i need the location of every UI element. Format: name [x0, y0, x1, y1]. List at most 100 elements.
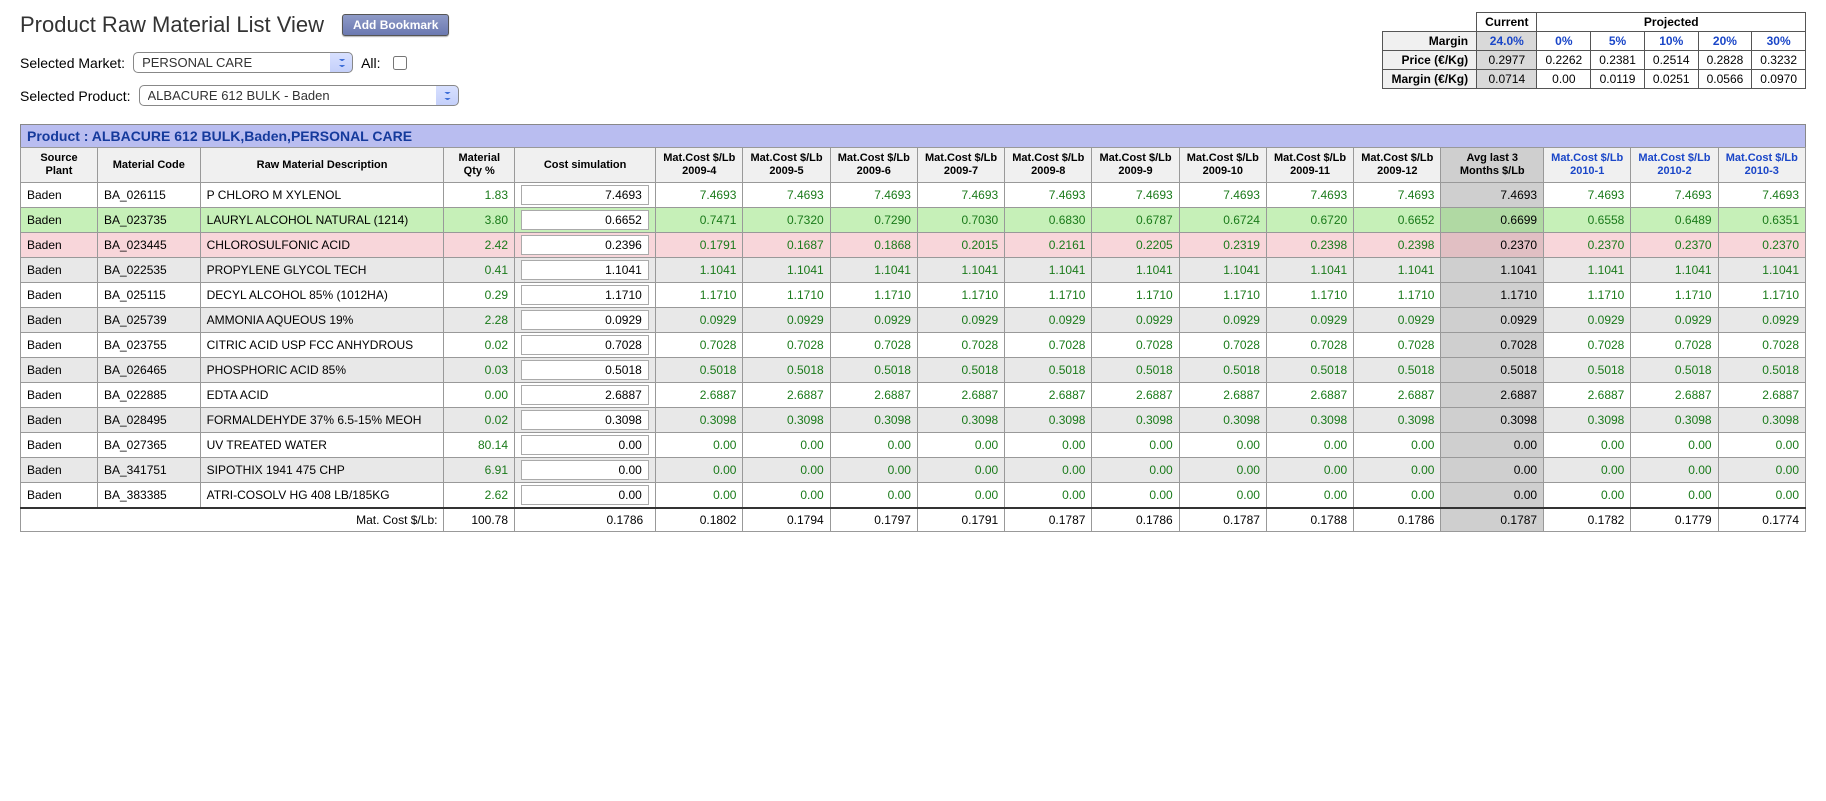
cell-future: 0.5018	[1718, 358, 1805, 383]
cell-month: 1.1041	[830, 258, 917, 283]
cell-month: 7.4693	[1266, 183, 1353, 208]
projection-table: Current Projected Margin 24.0% 0% 5% 10%…	[1382, 12, 1806, 89]
cost-simulation-input[interactable]	[521, 460, 648, 480]
cell-month: 1.1710	[1179, 283, 1266, 308]
cell-month: 1.1041	[1179, 258, 1266, 283]
table-row: BadenBA_383385ATRI-COSOLV HG 408 LB/185K…	[21, 483, 1806, 509]
all-checkbox[interactable]	[393, 56, 407, 70]
cost-simulation-input[interactable]	[521, 285, 648, 305]
cell-plant: Baden	[21, 233, 98, 258]
cost-simulation-input[interactable]	[521, 335, 648, 355]
cost-simulation-input[interactable]	[521, 410, 648, 430]
product-select[interactable]: ALBACURE 612 BULK - Baden	[139, 85, 459, 106]
cell-month: 0.5018	[830, 358, 917, 383]
cell-month: 0.2398	[1354, 233, 1441, 258]
cell-month: 0.6830	[1005, 208, 1092, 233]
cell-month: 7.4693	[1179, 183, 1266, 208]
cell-month: 0.00	[656, 433, 743, 458]
cost-simulation-input[interactable]	[521, 360, 648, 380]
cell-code: BA_023755	[97, 333, 200, 358]
cell-month: 0.6652	[1354, 208, 1441, 233]
cell-month: 0.5018	[1005, 358, 1092, 383]
cell-future: 0.0929	[1631, 308, 1718, 333]
cell-month: 0.2319	[1179, 233, 1266, 258]
col-sim: Cost simulation	[515, 148, 656, 183]
cell-future: 1.1041	[1718, 258, 1805, 283]
cell-month: 0.00	[1092, 458, 1179, 483]
cost-simulation-input[interactable]	[521, 385, 648, 405]
cell-future: 1.1041	[1631, 258, 1718, 283]
cell-sim	[515, 458, 656, 483]
cell-month: 0.5018	[1354, 358, 1441, 383]
cell-qty: 2.28	[444, 308, 515, 333]
cell-sim	[515, 233, 656, 258]
col-month: Mat.Cost $/Lb 2009-9	[1092, 148, 1179, 183]
cell-month: 0.00	[1179, 433, 1266, 458]
cell-desc: FORMALDEHYDE 37% 6.5-15% MEOH	[200, 408, 444, 433]
table-row: BadenBA_026465PHOSPHORIC ACID 85%0.030.5…	[21, 358, 1806, 383]
cell-code: BA_025115	[97, 283, 200, 308]
cost-simulation-input[interactable]	[521, 310, 648, 330]
cell-code: BA_341751	[97, 458, 200, 483]
cell-sim	[515, 283, 656, 308]
cell-month: 0.3098	[917, 408, 1004, 433]
cell-month: 0.00	[1266, 458, 1353, 483]
cell-month: 1.1710	[1354, 283, 1441, 308]
cell-month: 0.0929	[1092, 308, 1179, 333]
cell-sim	[515, 383, 656, 408]
cost-simulation-input[interactable]	[521, 235, 648, 255]
cell-month: 2.6887	[917, 383, 1004, 408]
cost-simulation-input[interactable]	[521, 260, 648, 280]
projection-projected-header: Projected	[1537, 13, 1806, 32]
cell-desc: P CHLORO M XYLENOL	[200, 183, 444, 208]
cell-sim	[515, 208, 656, 233]
cell-month: 0.0929	[1005, 308, 1092, 333]
cell-future: 0.00	[1544, 483, 1631, 509]
cell-future: 7.4693	[1544, 183, 1631, 208]
cell-qty: 0.03	[444, 358, 515, 383]
cell-month: 1.1041	[1005, 258, 1092, 283]
cell-month: 0.00	[830, 483, 917, 509]
cell-code: BA_383385	[97, 483, 200, 509]
cell-qty: 0.29	[444, 283, 515, 308]
table-row: BadenBA_023755CITRIC ACID USP FCC ANHYDR…	[21, 333, 1806, 358]
cell-month: 0.00	[1266, 483, 1353, 509]
col-month: Mat.Cost $/Lb 2009-10	[1179, 148, 1266, 183]
cell-plant: Baden	[21, 283, 98, 308]
add-bookmark-button[interactable]: Add Bookmark	[342, 14, 449, 36]
col-month: Mat.Cost $/Lb 2009-5	[743, 148, 830, 183]
cost-simulation-input[interactable]	[521, 435, 648, 455]
cell-avg: 2.6887	[1441, 383, 1544, 408]
col-raw-desc: Raw Material Description	[200, 148, 444, 183]
cell-month: 0.0929	[1179, 308, 1266, 333]
cell-plant: Baden	[21, 458, 98, 483]
cell-future: 0.2370	[1631, 233, 1718, 258]
cost-simulation-input[interactable]	[521, 210, 648, 230]
cell-month: 0.7320	[743, 208, 830, 233]
cell-desc: SIPOTHIX 1941 475 CHP	[200, 458, 444, 483]
cell-month: 0.7028	[1354, 333, 1441, 358]
cell-month: 0.00	[656, 483, 743, 509]
cost-simulation-input[interactable]	[521, 485, 648, 505]
cell-future: 0.00	[1631, 483, 1718, 509]
cell-month: 0.7028	[743, 333, 830, 358]
cell-code: BA_023445	[97, 233, 200, 258]
cell-plant: Baden	[21, 208, 98, 233]
cell-month: 0.00	[1354, 483, 1441, 509]
col-month: Mat.Cost $/Lb 2009-6	[830, 148, 917, 183]
cell-sim	[515, 333, 656, 358]
cell-month: 0.5018	[1179, 358, 1266, 383]
col-month: Mat.Cost $/Lb 2009-7	[917, 148, 1004, 183]
cell-plant: Baden	[21, 383, 98, 408]
cell-month: 0.7028	[1092, 333, 1179, 358]
market-select[interactable]: PERSONAL CARE	[133, 52, 353, 73]
cell-future: 0.7028	[1544, 333, 1631, 358]
cell-avg: 0.00	[1441, 458, 1544, 483]
cell-avg: 1.1041	[1441, 258, 1544, 283]
cell-desc: LAURYL ALCOHOL NATURAL (1214)	[200, 208, 444, 233]
cell-plant: Baden	[21, 308, 98, 333]
cost-simulation-input[interactable]	[521, 185, 648, 205]
cell-qty: 1.83	[444, 183, 515, 208]
cell-desc: PHOSPHORIC ACID 85%	[200, 358, 444, 383]
cell-qty: 2.42	[444, 233, 515, 258]
